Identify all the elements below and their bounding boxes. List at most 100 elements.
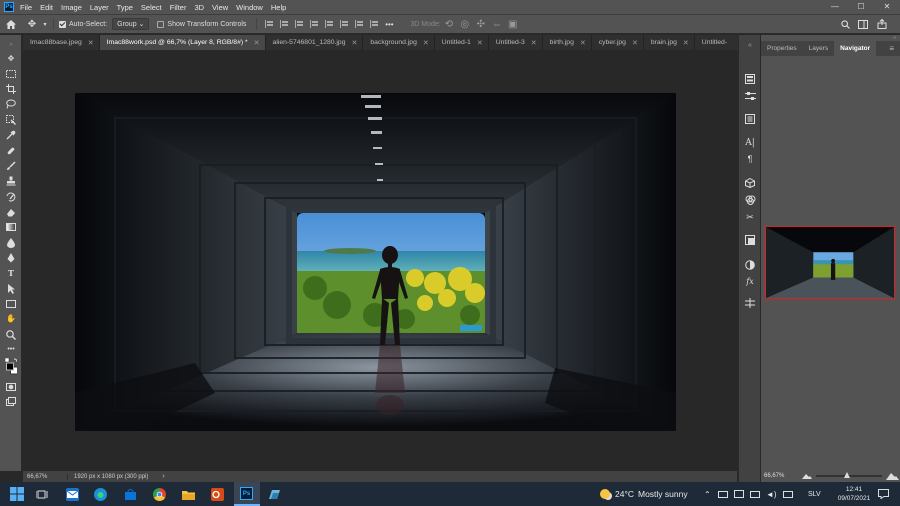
- share-icon[interactable]: [876, 18, 888, 30]
- quick-mask-icon[interactable]: [5, 381, 17, 392]
- align-top-icon[interactable]: [310, 20, 319, 28]
- volume-icon[interactable]: ◄): [766, 490, 777, 499]
- menu-filter[interactable]: Filter: [170, 3, 187, 12]
- history-brush-icon[interactable]: [5, 191, 17, 202]
- color-swatches-icon[interactable]: [5, 357, 17, 377]
- color-panel-icon[interactable]: [744, 259, 756, 271]
- pen-tool-icon[interactable]: [5, 252, 17, 263]
- menu-edit[interactable]: Edit: [40, 3, 53, 12]
- edge-browser-icon[interactable]: [94, 488, 107, 501]
- tab-close-icon[interactable]: ✕: [352, 39, 358, 47]
- eyedropper-tool-icon[interactable]: [5, 129, 17, 140]
- tab-close-icon[interactable]: ✕: [580, 39, 586, 47]
- doc-tab-alien[interactable]: alien-5746801_1280.jpg ✕: [266, 35, 364, 50]
- styles-panel-icon[interactable]: fx: [744, 275, 756, 287]
- align-vertical-center-icon[interactable]: [325, 20, 334, 28]
- workspace-icon[interactable]: [857, 18, 869, 30]
- tab-close-icon[interactable]: ✕: [632, 39, 638, 47]
- roll-3d-icon[interactable]: ◎: [457, 19, 473, 30]
- type-tool-icon[interactable]: T: [5, 267, 17, 278]
- orbit-3d-icon[interactable]: ⟲: [441, 19, 457, 30]
- properties-panel-icon[interactable]: [744, 297, 756, 309]
- menu-file[interactable]: File: [20, 3, 32, 12]
- task-view-icon[interactable]: [35, 488, 49, 501]
- windows-start-icon[interactable]: [10, 487, 24, 501]
- libraries-panel-icon[interactable]: [744, 113, 756, 125]
- scale-3d-icon[interactable]: ▣: [505, 19, 521, 30]
- menu-type[interactable]: Type: [117, 3, 133, 12]
- tab-close-icon[interactable]: ✕: [531, 39, 537, 47]
- tab-close-icon[interactable]: ✕: [423, 39, 429, 47]
- menu-window[interactable]: Window: [236, 3, 263, 12]
- app-taskbar-icon[interactable]: [268, 488, 281, 501]
- tray-overflow-icon[interactable]: ⌃: [704, 482, 711, 506]
- mail-icon[interactable]: [66, 488, 79, 501]
- tab-close-icon[interactable]: ✕: [254, 39, 260, 47]
- menu-select[interactable]: Select: [141, 3, 162, 12]
- menu-image[interactable]: Image: [61, 3, 82, 12]
- navigator-zoom-value[interactable]: 66,67%: [764, 473, 794, 479]
- minimize-icon[interactable]: —: [822, 0, 848, 14]
- distribute-icon[interactable]: [355, 20, 364, 28]
- doc-tab-background[interactable]: background.jpg ✕: [363, 35, 435, 50]
- align-right-icon[interactable]: [295, 20, 304, 28]
- hand-tool-icon[interactable]: ✋: [5, 313, 17, 324]
- paragraph-panel-icon[interactable]: ¶: [744, 153, 756, 165]
- home-icon[interactable]: [0, 19, 22, 29]
- chrome-browser-icon[interactable]: [153, 488, 166, 501]
- zoom-out-mountain-icon[interactable]: [802, 473, 812, 479]
- transform-controls-checkbox[interactable]: [157, 20, 165, 28]
- status-arrow-icon[interactable]: ›: [162, 473, 164, 480]
- zoom-in-mountain-icon[interactable]: [886, 472, 899, 480]
- doc-tab-imac88base[interactable]: Imac88base.jpeg ✕: [23, 35, 100, 50]
- healing-brush-icon[interactable]: [5, 145, 17, 156]
- adjustments-panel-icon[interactable]: [744, 90, 756, 102]
- clone-stamp-icon[interactable]: [5, 175, 17, 186]
- document-canvas-image[interactable]: [75, 93, 676, 431]
- battery-icon[interactable]: [718, 490, 728, 498]
- rectangle-tool-icon[interactable]: [5, 298, 17, 309]
- tab-properties[interactable]: Properties: [761, 41, 803, 56]
- panel-collapse-icon[interactable]: »: [868, 35, 900, 41]
- tab-navigator[interactable]: Navigator: [834, 41, 877, 56]
- move-tool-icon[interactable]: ✥: [5, 53, 17, 64]
- chevron-down-icon[interactable]: ▾: [42, 21, 48, 28]
- outlook-icon[interactable]: [211, 488, 224, 501]
- align-bottom-icon[interactable]: [340, 20, 349, 28]
- navigator-zoom-slider[interactable]: [816, 472, 882, 478]
- screen-mode-icon[interactable]: [5, 396, 17, 407]
- layer-comps-icon[interactable]: [744, 234, 756, 246]
- more-tools-icon[interactable]: •••: [5, 344, 17, 355]
- doc-tab-untitled-3[interactable]: Untitled-3 ✕: [489, 35, 543, 50]
- panel-menu-icon[interactable]: ≡: [883, 41, 900, 56]
- tab-layers[interactable]: Layers: [803, 41, 835, 56]
- maximize-icon[interactable]: ☐: [848, 0, 874, 14]
- menu-layer[interactable]: Layer: [90, 3, 109, 12]
- zoom-level[interactable]: 66,67%: [27, 474, 63, 480]
- doc-tab-untitled-truncated[interactable]: Untitled-: [695, 35, 732, 50]
- taskbar-photoshop-active[interactable]: Ps: [234, 482, 260, 506]
- language-indicator[interactable]: SLV: [808, 482, 821, 506]
- distribute-spacing-icon[interactable]: [370, 20, 379, 28]
- network-icon[interactable]: [750, 490, 760, 498]
- doc-tab-untitled-1[interactable]: Untitled-1 ✕: [435, 35, 489, 50]
- navigator-thumbnail[interactable]: [765, 226, 895, 299]
- auto-select-target-dropdown[interactable]: Group ⌄: [112, 18, 150, 30]
- gradient-tool-icon[interactable]: [5, 221, 17, 232]
- object-select-tool-icon[interactable]: [5, 114, 17, 125]
- tab-close-icon[interactable]: ✕: [683, 39, 689, 47]
- menu-help[interactable]: Help: [271, 3, 286, 12]
- tool-presets-icon[interactable]: ✂: [744, 211, 756, 223]
- doc-tab-brain[interactable]: brain.jpg ✕: [644, 35, 695, 50]
- marquee-tool-icon[interactable]: [5, 68, 17, 79]
- lasso-tool-icon[interactable]: [5, 98, 17, 109]
- history-panel-icon[interactable]: [744, 73, 756, 85]
- clock[interactable]: 12:41 09/07/2021: [832, 482, 876, 506]
- doc-tab-imac88work[interactable]: Imac88work.psd @ 66,7% (Layer 8, RGB/8#)…: [99, 35, 266, 50]
- blur-tool-icon[interactable]: [5, 237, 17, 248]
- align-horizontal-center-icon[interactable]: [280, 20, 289, 28]
- notifications-icon[interactable]: [878, 482, 889, 506]
- search-icon[interactable]: [839, 18, 851, 30]
- windows-store-icon[interactable]: [124, 488, 137, 501]
- character-panel-icon[interactable]: A|: [744, 137, 756, 149]
